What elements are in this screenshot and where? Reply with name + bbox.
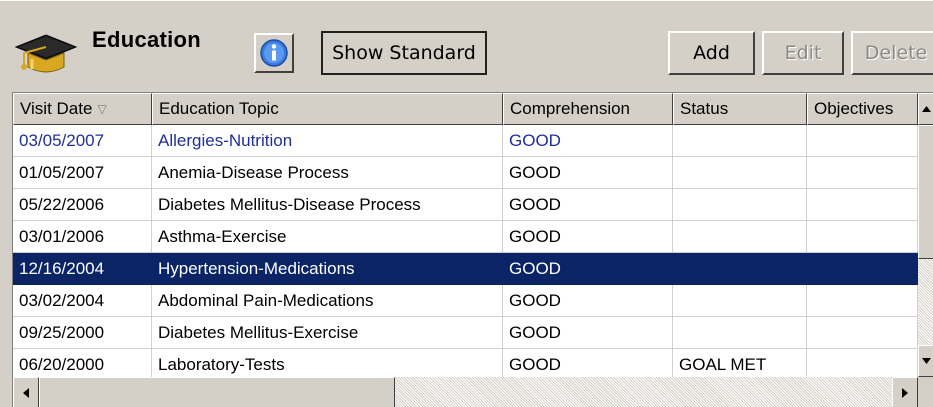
cell-education-topic: Anemia-Disease Process <box>152 157 503 189</box>
cell-status <box>673 125 807 157</box>
cell-education-topic: Asthma-Exercise <box>152 221 503 253</box>
column-header-label: Visit Date <box>20 99 93 118</box>
delete-label: Delete <box>864 42 928 64</box>
cell-visit-date: 03/05/2007 <box>13 125 152 157</box>
cell-comprehension: GOOD <box>503 253 673 285</box>
edit-label: Edit <box>784 42 822 64</box>
sort-descending-icon: ▽ <box>97 102 107 116</box>
graduation-cap-icon <box>12 25 78 79</box>
cell-comprehension: GOOD <box>503 189 673 221</box>
cell-comprehension: GOOD <box>503 157 673 189</box>
scroll-up-button[interactable] <box>918 93 933 125</box>
table-row[interactable]: 01/05/2007 Anemia-Disease Process GOOD <box>13 157 918 189</box>
horizontal-scroll-thumb[interactable] <box>39 377 395 407</box>
education-panel: Education Show Standard Add Edit Delete … <box>0 0 933 407</box>
table-row[interactable]: 03/05/2007 Allergies-Nutrition GOOD <box>13 125 918 157</box>
cell-comprehension: GOOD <box>503 317 673 349</box>
page-title: Education <box>92 27 202 52</box>
table-row[interactable]: 05/22/2006 Diabetes Mellitus-Disease Pro… <box>13 189 918 221</box>
scroll-right-button[interactable] <box>892 377 918 407</box>
table-row-selected[interactable]: 12/16/2004 Hypertension-Medications GOOD <box>13 253 918 285</box>
scrollbar-corner <box>918 377 933 407</box>
cell-education-topic: Hypertension-Medications <box>152 253 503 285</box>
cell-objectives <box>807 189 918 221</box>
show-standard-label: Show Standard <box>332 42 476 64</box>
cell-status <box>673 189 807 221</box>
column-header-objectives[interactable]: Objectives <box>807 93 918 125</box>
cell-objectives <box>807 285 918 317</box>
cell-education-topic: Diabetes Mellitus-Exercise <box>152 317 503 349</box>
cell-status <box>673 285 807 317</box>
cell-objectives <box>807 317 918 349</box>
toolbar: Education Show Standard Add Edit Delete <box>0 0 933 92</box>
column-header-education-topic[interactable]: Education Topic <box>152 93 503 125</box>
column-header-comprehension[interactable]: Comprehension <box>503 93 673 125</box>
cell-visit-date: 03/02/2004 <box>13 285 152 317</box>
cell-objectives <box>807 125 918 157</box>
vertical-scroll-thumb[interactable] <box>918 125 933 259</box>
show-standard-button[interactable]: Show Standard <box>321 31 487 75</box>
cell-comprehension: GOOD <box>503 221 673 253</box>
table-row[interactable]: 03/02/2004 Abdominal Pain-Medications GO… <box>13 285 918 317</box>
column-header-label: Objectives <box>814 99 894 118</box>
column-header-label: Status <box>680 99 729 118</box>
cell-objectives <box>807 157 918 189</box>
cell-objectives <box>807 253 918 285</box>
horizontal-scrollbar[interactable] <box>13 377 918 407</box>
grid-header: Visit Date ▽ Education Topic Comprehensi… <box>13 93 918 125</box>
cell-visit-date: 01/05/2007 <box>13 157 152 189</box>
cell-education-topic: Allergies-Nutrition <box>152 125 503 157</box>
arrow-left-icon <box>23 387 29 398</box>
cell-status <box>673 253 807 285</box>
scroll-left-button[interactable] <box>13 377 39 407</box>
table-row[interactable]: 09/25/2000 Diabetes Mellitus-Exercise GO… <box>13 317 918 349</box>
cell-status <box>673 221 807 253</box>
cell-status <box>673 317 807 349</box>
cell-visit-date: 05/22/2006 <box>13 189 152 221</box>
info-icon <box>260 39 288 67</box>
scroll-down-button[interactable] <box>918 345 933 377</box>
cell-status <box>673 157 807 189</box>
cell-visit-date: 09/25/2000 <box>13 317 152 349</box>
cell-education-topic: Abdominal Pain-Medications <box>152 285 503 317</box>
info-button[interactable] <box>254 33 294 73</box>
column-header-visit-date[interactable]: Visit Date ▽ <box>13 93 152 125</box>
column-header-label: Education Topic <box>159 99 279 118</box>
delete-button[interactable]: Delete <box>851 31 933 75</box>
cell-objectives <box>807 221 918 253</box>
table-row[interactable]: 03/01/2006 Asthma-Exercise GOOD <box>13 221 918 253</box>
column-header-status[interactable]: Status <box>673 93 807 125</box>
column-header-label: Comprehension <box>510 99 631 118</box>
arrow-down-icon <box>921 358 931 364</box>
cell-comprehension: GOOD <box>503 285 673 317</box>
add-button[interactable]: Add <box>668 31 755 75</box>
cell-visit-date: 03/01/2006 <box>13 221 152 253</box>
cell-visit-date: 12/16/2004 <box>13 253 152 285</box>
add-label: Add <box>693 42 730 64</box>
arrow-right-icon <box>902 387 908 398</box>
edit-button[interactable]: Edit <box>762 31 844 75</box>
arrow-up-icon <box>921 106 931 112</box>
cell-comprehension: GOOD <box>503 125 673 157</box>
cell-education-topic: Diabetes Mellitus-Disease Process <box>152 189 503 221</box>
education-grid[interactable]: Visit Date ▽ Education Topic Comprehensi… <box>12 92 933 407</box>
vertical-scrollbar[interactable] <box>918 93 933 377</box>
